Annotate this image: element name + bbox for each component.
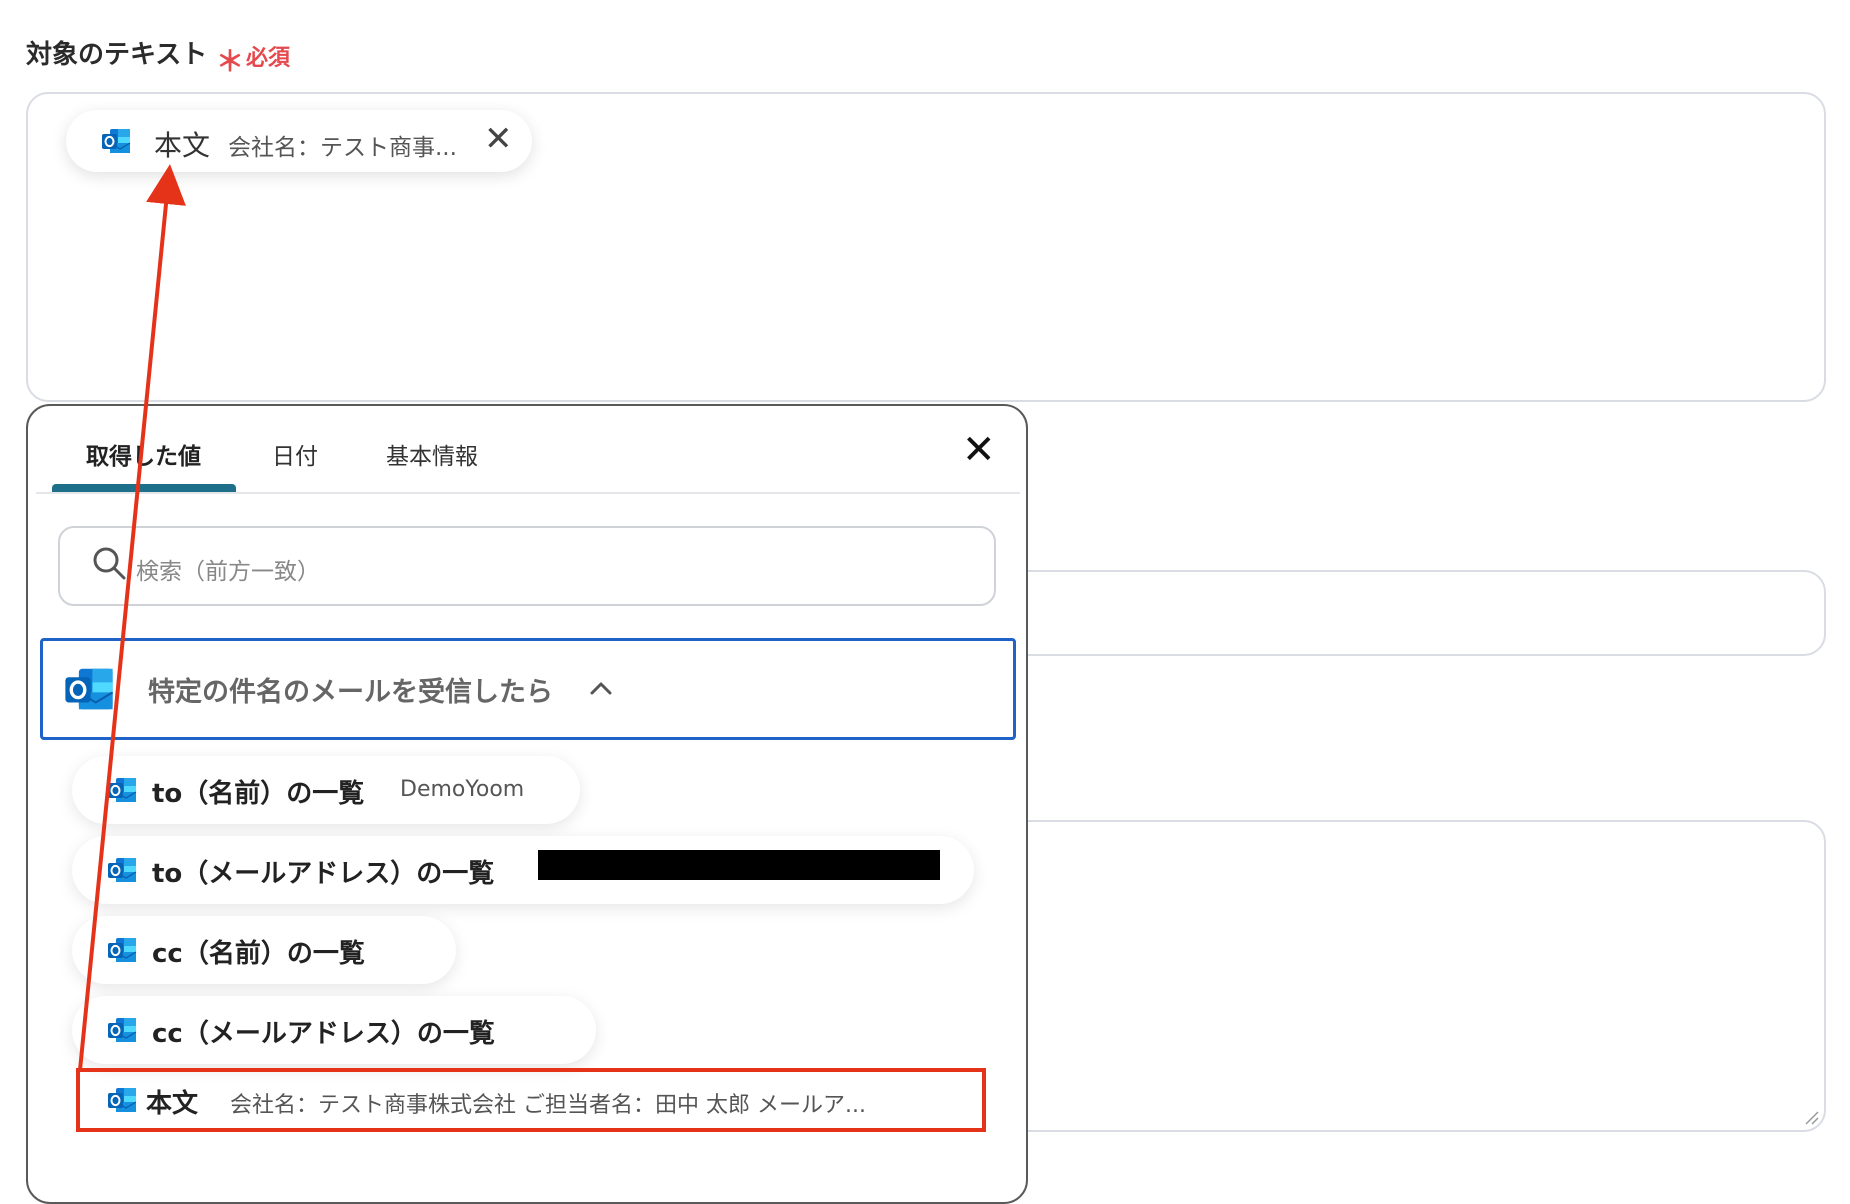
search-icon — [93, 547, 126, 580]
list-item[interactable]: cc（名前）の一覧 — [72, 916, 456, 984]
chevron-up-icon[interactable] — [588, 678, 614, 698]
outlook-icon — [106, 854, 138, 886]
required-label: 必須 — [246, 46, 291, 71]
resize-handle-icon[interactable] — [1802, 1108, 1820, 1126]
trigger-label: 特定の件名のメールを受信したら — [148, 677, 553, 708]
close-icon[interactable]: ✕ — [962, 430, 996, 470]
list-item[interactable]: cc（メールアドレス）の一覧 — [72, 996, 596, 1064]
outlook-icon — [106, 1014, 138, 1046]
field-label: 対象のテキスト — [26, 40, 208, 70]
outlook-icon — [106, 774, 138, 806]
active-tab-indicator — [52, 484, 236, 492]
background-input-field[interactable] — [990, 570, 1826, 656]
background-textarea-field[interactable] — [990, 820, 1826, 1132]
tab-divider — [36, 492, 1020, 494]
item-value: DemoYoom — [400, 777, 525, 802]
chip-label: 本文 — [154, 129, 211, 162]
chip-remove-icon[interactable]: ✕ — [484, 122, 513, 156]
item-label: cc（名前）の一覧 — [152, 939, 365, 969]
outlook-icon — [62, 662, 116, 716]
tab-basic-info[interactable]: 基本情報 — [386, 437, 478, 471]
tab-acquired-values[interactable]: 取得した値 — [86, 437, 201, 471]
list-item[interactable]: to（名前）の一覧 DemoYoom — [72, 756, 580, 824]
outlook-icon — [106, 934, 138, 966]
search-placeholder: 検索（前方一致） — [136, 559, 320, 585]
item-label: to（名前）の一覧 — [152, 779, 365, 809]
redacted-value — [538, 850, 940, 880]
chip-value: 会社名：テスト商事... — [228, 135, 457, 161]
annotation-highlight-box — [76, 1068, 986, 1132]
outlook-icon — [100, 125, 132, 157]
tab-date[interactable]: 日付 — [272, 437, 318, 471]
selected-value-chip[interactable]: 本文 会社名：テスト商事... ✕ — [66, 110, 532, 172]
required-star: ＊ — [216, 45, 245, 78]
item-label: to（メールアドレス）の一覧 — [152, 859, 495, 889]
item-label: cc（メールアドレス）の一覧 — [152, 1019, 495, 1049]
